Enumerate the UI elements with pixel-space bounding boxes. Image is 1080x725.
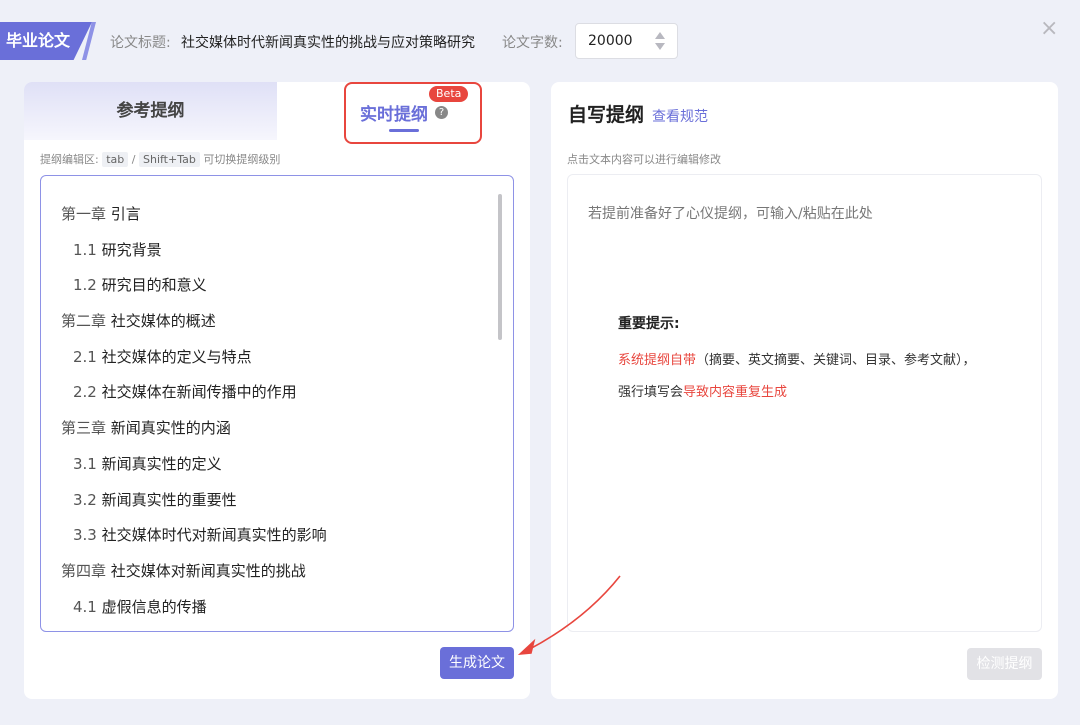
outline-number: 第二章 [61,312,107,331]
check-outline-button: 检测提纲 [967,648,1042,680]
outline-section[interactable]: 2.1 社交媒体的定义与特点 [41,345,481,381]
outline-number: 第四章 [61,561,107,580]
hint-suffix: 可切换提纲级别 [203,153,281,166]
outline-text: 虚假信息的传播 [101,597,207,616]
kbd-tab: tab [102,152,129,167]
outline-number: 3.3 [73,526,97,545]
outline-text: 社交媒体在新闻传播中的作用 [101,383,297,402]
outline-section[interactable]: 2.2 社交媒体在新闻传播中的作用 [41,380,481,416]
edit-hint: 点击文本内容可以进行编辑修改 [567,153,721,166]
outline-number: 1.2 [73,276,97,295]
outline-number: 3.1 [73,454,97,473]
custom-outline-panel: 自写提纲 查看规范 点击文本内容可以进行编辑修改 若提前准备好了心仪提纲，可输入… [551,82,1058,699]
hint-prefix: 提纲编辑区: [40,153,99,166]
outline-number: 2.2 [73,383,97,402]
title-label: 论文标题: [110,35,171,51]
outline-chapter[interactable]: 第四章 社交媒体对新闻真实性的挑战 [41,559,481,595]
notice-red-text-2: 导致内容重复生成 [683,385,788,400]
outline-section[interactable]: 3.3 社交媒体时代对新闻真实性的影响 [41,523,481,559]
outline-text: 社交媒体的概述 [110,312,216,331]
outline-chapter[interactable]: 第二章 社交媒体的概述 [41,309,481,345]
tab-live-label: 实时提纲 [360,105,428,125]
custom-outline-title: 自写提纲 [568,104,645,126]
tab-reference-outline[interactable]: 参考提纲 [24,82,277,140]
help-icon[interactable]: ? [435,106,448,119]
outline-text: 社交媒体对新闻真实性的挑战 [110,561,306,580]
top-bar: 毕业论文 论文标题: 社交媒体时代新闻真实性的挑战与应对策略研究 论文字数: 2… [0,0,1080,80]
notice-red-text-1: 系统提纲自带 [618,353,697,368]
notice-text-1: （摘要、英文摘要、关键词、目录、参考文献）， [696,353,976,368]
important-notice-title: 重要提示: [618,316,680,332]
word-count-value[interactable]: 20000 [588,33,633,49]
outline-text: 新闻真实性的定义 [101,454,222,473]
increment-icon[interactable] [655,32,665,39]
outline-text: 新闻真实性的重要性 [101,490,237,509]
word-count-stepper[interactable]: 20000 [575,23,678,59]
outline-number: 第一章 [61,205,107,223]
custom-outline-editor[interactable]: 若提前准备好了心仪提纲，可输入/粘贴在此处 重要提示: 系统提纲自带（摘要、英文… [567,174,1042,632]
outline-number: 4.1 [73,597,97,616]
title-value: 社交媒体时代新闻真实性的挑战与应对策略研究 [181,35,475,51]
outline-chapter[interactable]: 第一章 引言 [41,202,481,238]
hint-separator: / [131,153,136,166]
important-notice-line-1: 系统提纲自带（摘要、英文摘要、关键词、目录、参考文献）， [618,349,976,368]
decrement-icon[interactable] [655,43,665,50]
outline-text: 研究目的和意义 [101,276,207,295]
generate-paper-button[interactable]: 生成论文 [440,647,514,679]
outline-text: 社交媒体的定义与特点 [101,347,252,366]
outline-section[interactable]: 3.2 新闻真实性的重要性 [41,488,481,524]
outline-text: 研究背景 [101,240,162,259]
outline-section[interactable]: 3.1 新闻真实性的定义 [41,452,481,488]
outline-number: 2.1 [73,347,97,366]
outline-number: 第三章 [61,419,107,438]
view-spec-link[interactable]: 查看规范 [652,106,708,126]
outline-list: 第一章 引言 1.1 研究背景 1.2 研究目的和意义 第二章 社交媒体的概述 2.1 … [41,202,481,630]
outline-chapter[interactable]: 第三章 新闻真实性的内涵 [41,416,481,452]
outline-section[interactable]: 1.1 研究背景 [41,238,481,274]
outline-number: 3.2 [73,490,97,509]
scrollbar-thumb[interactable] [498,194,502,340]
outline-hint: 提纲编辑区: tab / Shift+Tab 可切换提纲级别 [40,151,280,167]
outline-panel: 参考提纲 实时提纲 ? Beta 提纲编辑区: tab / Shift+Tab … [24,82,530,699]
outline-number: 1.1 [73,240,97,259]
outline-editor[interactable]: 第一章 引言 1.1 研究背景 1.2 研究目的和意义 第二章 社交媒体的概述 2.1 … [40,175,514,632]
outline-text: 新闻真实性的内涵 [110,419,231,438]
important-notice-line-2: 强行填写会导致内容重复生成 [618,381,787,400]
beta-badge: Beta [429,86,469,102]
active-tab-indicator [389,129,419,132]
close-icon[interactable]: × [1040,16,1058,41]
thesis-type-tag: 毕业论文 [0,22,92,60]
outline-section[interactable]: 1.2 研究目的和意义 [41,273,481,309]
kbd-shift-tab: Shift+Tab [138,152,200,167]
word-count-label: 论文字数: [502,35,563,51]
outline-section[interactable]: 4.1 虚假信息的传播 [41,595,481,631]
notice-text-2: 强行填写会 [618,385,684,400]
outline-text: 引言 [110,205,141,223]
editor-placeholder: 若提前准备好了心仪提纲，可输入/粘贴在此处 [588,206,873,222]
outline-text: 社交媒体时代对新闻真实性的影响 [101,526,327,545]
tab-live-outline[interactable]: 实时提纲 ? Beta [277,82,530,140]
